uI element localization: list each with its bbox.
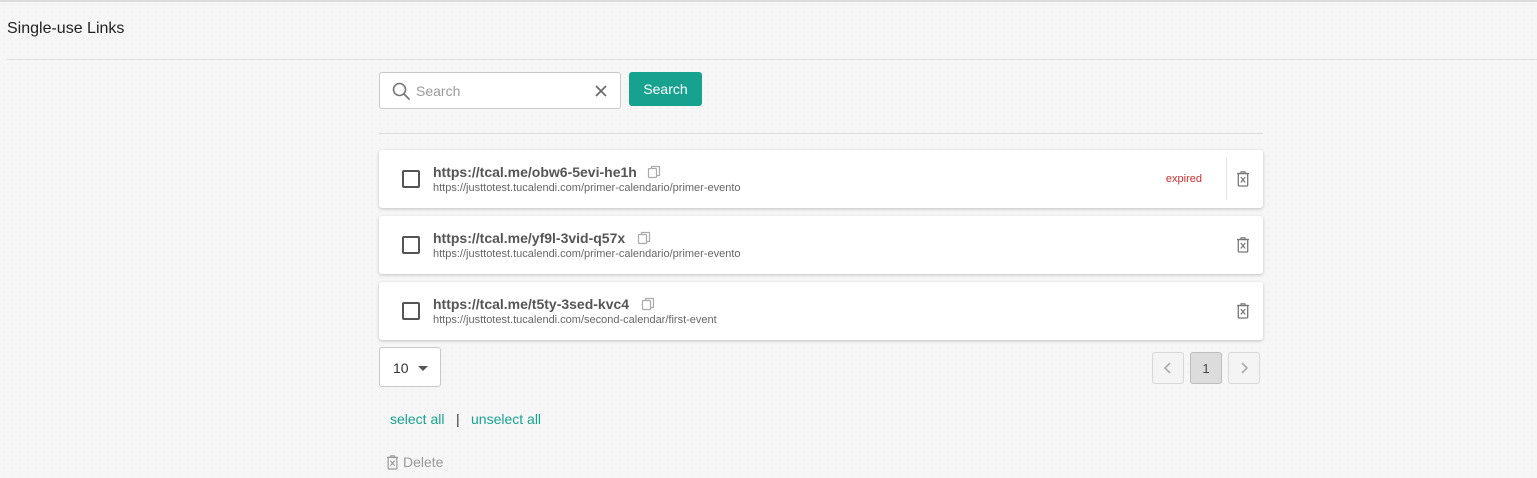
close-icon[interactable] xyxy=(594,84,608,98)
trash-icon[interactable] xyxy=(1236,171,1250,187)
short-url: https://tcal.me/yf9l-3vid-q57x xyxy=(433,230,626,246)
trash-icon xyxy=(386,454,399,470)
short-url: https://tcal.me/obw6-5evi-he1h xyxy=(433,164,637,180)
link-card: https://tcal.me/yf9l-3vid-q57x https://j… xyxy=(379,216,1263,274)
link-card: https://tcal.me/obw6-5evi-he1h https://j… xyxy=(379,150,1263,208)
prev-page-button[interactable] xyxy=(1152,352,1184,384)
trash-icon[interactable] xyxy=(1236,303,1250,319)
chevron-left-icon xyxy=(1163,362,1171,374)
search-field[interactable] xyxy=(379,72,621,109)
delete-button[interactable]: Delete xyxy=(386,452,443,472)
delete-label: Delete xyxy=(403,454,444,470)
chevron-right-icon xyxy=(1241,362,1249,374)
target-url: https://justtotest.tucalendi.com/second-… xyxy=(433,314,717,326)
top-border xyxy=(0,0,1537,2)
link-card: https://tcal.me/t5ty-3sed-kvc4 https://j… xyxy=(379,282,1263,340)
chevron-down-icon xyxy=(418,366,428,371)
title-divider xyxy=(7,59,1537,60)
status-badge: expired xyxy=(1165,173,1202,185)
link-checkbox[interactable] xyxy=(402,170,420,188)
page-size-select[interactable]: 10 xyxy=(379,347,441,387)
trash-icon[interactable] xyxy=(1236,237,1250,253)
copy-icon[interactable] xyxy=(641,297,655,311)
short-url: https://tcal.me/t5ty-3sed-kvc4 xyxy=(433,296,630,312)
search-input[interactable] xyxy=(416,79,586,102)
list-divider xyxy=(379,133,1263,134)
link-checkbox[interactable] xyxy=(402,302,420,320)
copy-icon[interactable] xyxy=(637,231,651,245)
selection-separator: | xyxy=(456,411,460,427)
next-page-button[interactable] xyxy=(1228,352,1260,384)
search-icon xyxy=(392,82,410,100)
unselect-all-link[interactable]: unselect all xyxy=(471,411,541,427)
page-title: Single-use Links xyxy=(7,20,125,37)
page-button-current[interactable]: 1 xyxy=(1190,352,1222,384)
copy-icon[interactable] xyxy=(647,165,661,179)
search-button[interactable]: Search xyxy=(629,72,702,106)
select-all-link[interactable]: select all xyxy=(390,411,444,427)
card-divider xyxy=(1226,158,1227,200)
target-url: https://justtotest.tucalendi.com/primer-… xyxy=(433,182,741,194)
target-url: https://justtotest.tucalendi.com/primer-… xyxy=(433,248,741,260)
page-size-value: 10 xyxy=(393,360,409,376)
link-checkbox[interactable] xyxy=(402,236,420,254)
